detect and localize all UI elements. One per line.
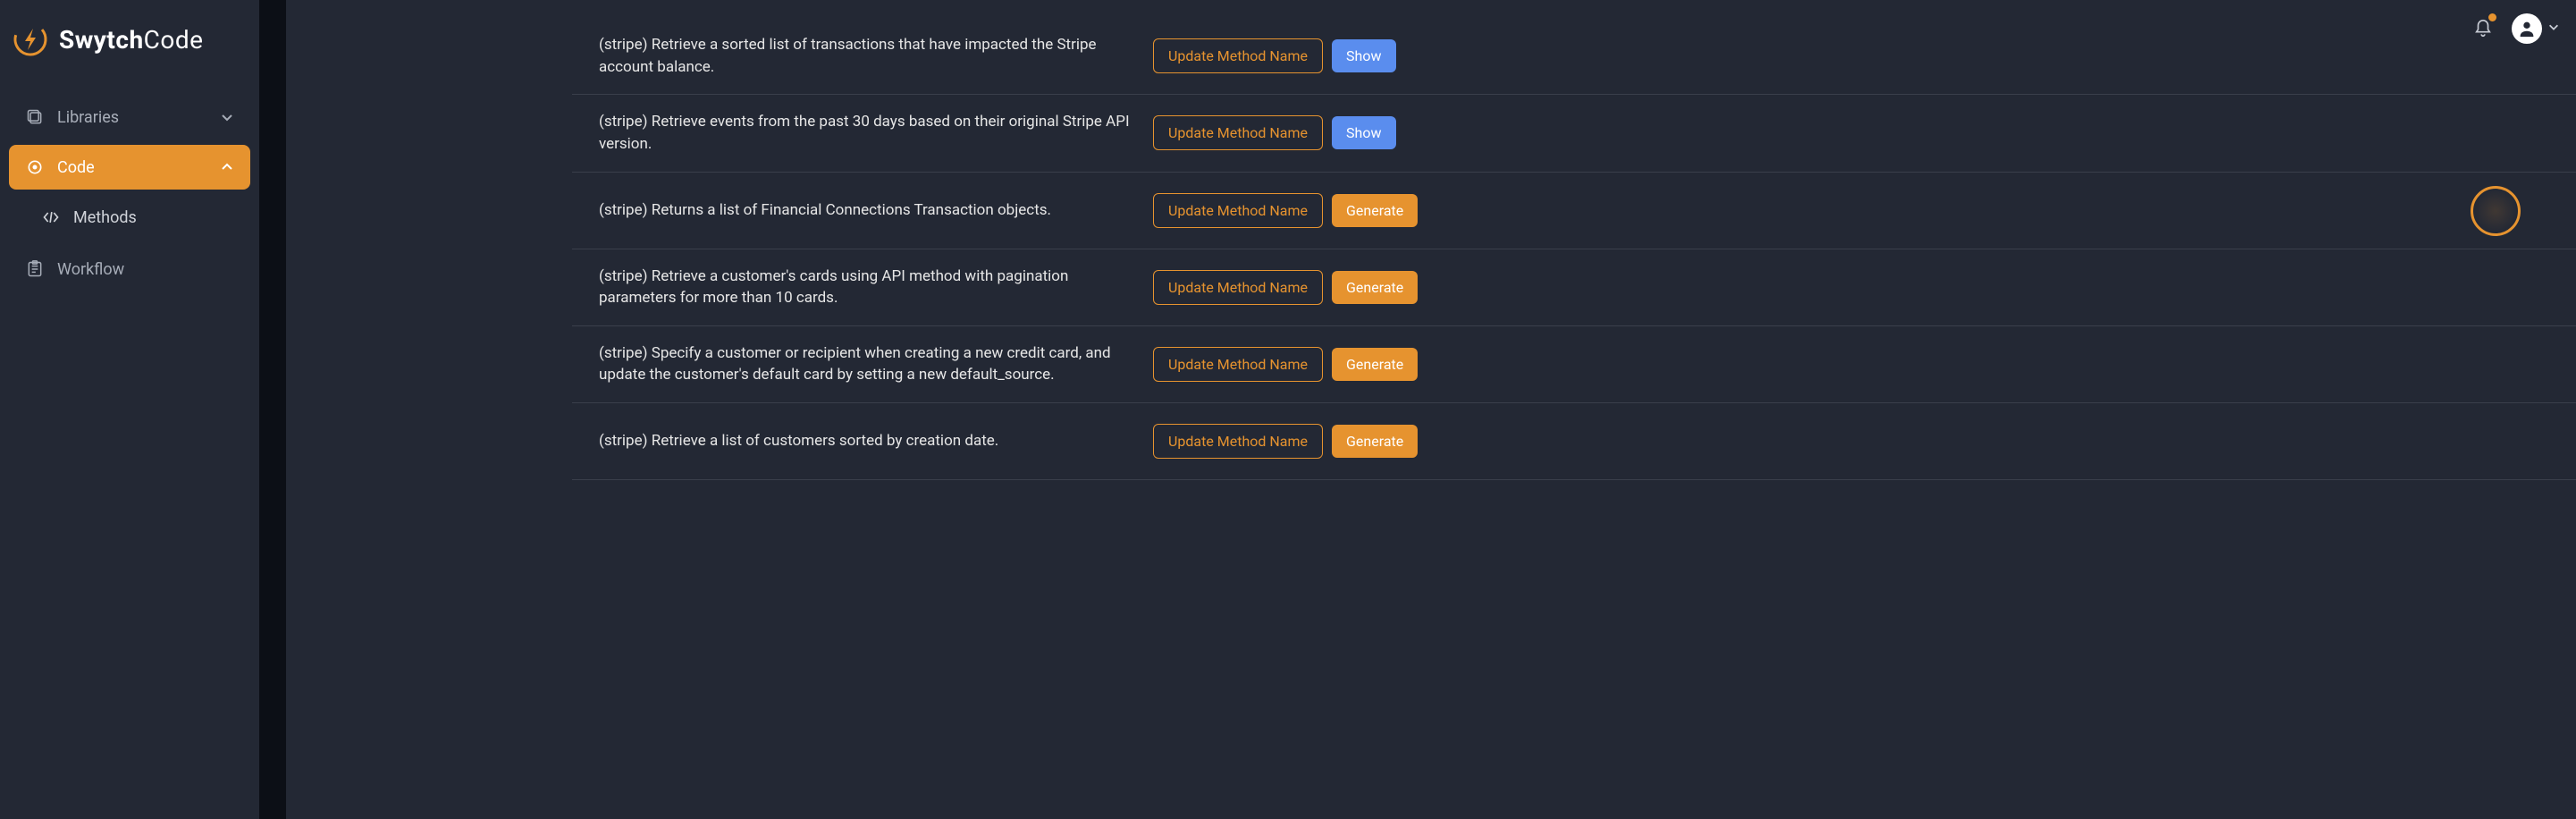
- update-method-name-button[interactable]: Update Method Name: [1153, 38, 1323, 73]
- nav-workflow[interactable]: Workflow: [9, 247, 250, 291]
- method-row: (stripe) Retrieve a sorted list of trans…: [572, 18, 2576, 95]
- method-row: (stripe) Specify a customer or recipient…: [572, 326, 2576, 403]
- method-list: (stripe) Retrieve a sorted list of trans…: [286, 0, 2576, 819]
- method-description: (stripe) Returns a list of Financial Con…: [599, 199, 1153, 222]
- method-description: (stripe) Retrieve a sorted list of trans…: [599, 34, 1153, 78]
- panel-divider: [259, 0, 286, 819]
- button-group: Update Method Name Show: [1153, 38, 1396, 73]
- nav-label: Workflow: [57, 260, 234, 279]
- nav-label: Code: [57, 158, 207, 177]
- show-button[interactable]: Show: [1332, 116, 1395, 149]
- method-row: (stripe) Returns a list of Financial Con…: [572, 173, 2576, 249]
- button-group: Update Method Name Show: [1153, 115, 1396, 150]
- method-description: (stripe) Specify a customer or recipient…: [599, 342, 1153, 386]
- nav-label: Libraries: [57, 108, 207, 127]
- chevron-up-icon: [220, 160, 234, 174]
- avatar-icon: [2512, 13, 2542, 44]
- sidebar: SwytchCode Libraries: [0, 0, 259, 819]
- generate-button[interactable]: Generate: [1332, 194, 1418, 227]
- update-method-name-button[interactable]: Update Method Name: [1153, 193, 1323, 228]
- libraries-icon: [25, 107, 45, 127]
- method-description: (stripe) Retrieve a list of customers so…: [599, 430, 1153, 452]
- nav-methods[interactable]: Methods: [9, 195, 250, 240]
- method-description: (stripe) Retrieve events from the past 3…: [599, 111, 1153, 155]
- update-method-name-button[interactable]: Update Method Name: [1153, 424, 1323, 459]
- brand-logo[interactable]: SwytchCode: [9, 18, 250, 75]
- button-group: Update Method Name Generate: [1153, 193, 1418, 228]
- show-button[interactable]: Show: [1332, 39, 1395, 72]
- nav-code[interactable]: Code: [9, 145, 250, 190]
- update-method-name-button[interactable]: Update Method Name: [1153, 270, 1323, 305]
- update-method-name-button[interactable]: Update Method Name: [1153, 115, 1323, 150]
- code-brackets-icon: [41, 207, 61, 227]
- button-group: Update Method Name Generate: [1153, 347, 1418, 382]
- method-description: (stripe) Retrieve a customer's cards usi…: [599, 266, 1153, 309]
- generate-button[interactable]: Generate: [1332, 271, 1418, 304]
- generate-button[interactable]: Generate: [1332, 348, 1418, 381]
- brand-text: SwytchCode: [59, 25, 204, 55]
- logo-icon: [13, 21, 48, 57]
- code-target-icon: [25, 157, 45, 177]
- generate-button[interactable]: Generate: [1332, 425, 1418, 458]
- nav-label: Methods: [73, 208, 137, 227]
- user-menu[interactable]: [2512, 13, 2560, 44]
- button-group: Update Method Name Generate: [1153, 270, 1418, 305]
- method-row: (stripe) Retrieve a list of customers so…: [572, 403, 2576, 480]
- workflow-icon: [25, 259, 45, 279]
- method-row: (stripe) Retrieve a customer's cards usi…: [572, 249, 2576, 326]
- update-method-name-button[interactable]: Update Method Name: [1153, 347, 1323, 382]
- chevron-down-icon: [220, 110, 234, 124]
- method-row: (stripe) Retrieve events from the past 3…: [572, 95, 2576, 172]
- nav-libraries[interactable]: Libraries: [9, 95, 250, 139]
- notifications-button[interactable]: [2469, 14, 2497, 43]
- notification-dot-icon: [2488, 13, 2496, 21]
- button-group: Update Method Name Generate: [1153, 424, 1418, 459]
- topbar: [2469, 0, 2576, 50]
- chevron-down-icon: [2547, 20, 2560, 38]
